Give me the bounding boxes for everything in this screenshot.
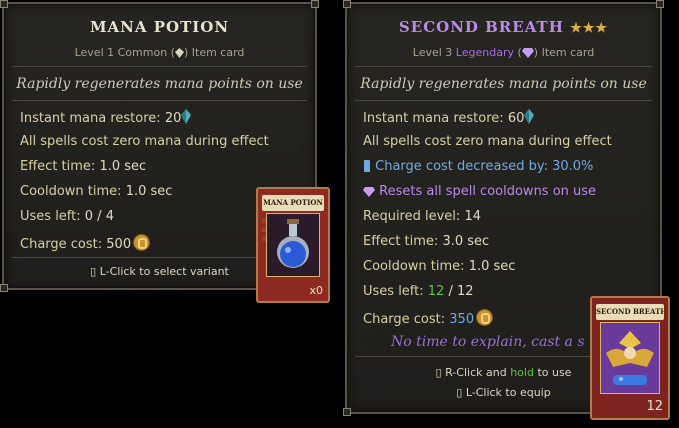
card-type: Item card xyxy=(541,46,595,59)
stat-effect-time: Effect time: 1.0 sec xyxy=(20,159,146,174)
stat-value: 1.0 sec xyxy=(468,259,516,274)
stat-value-current: 12 xyxy=(427,284,445,299)
stat-value: 60 xyxy=(507,111,525,126)
card-level: Level 1 xyxy=(74,46,115,59)
card-title-row: SECOND BREATH ★★★ xyxy=(347,18,660,36)
stat-label: Instant mana restore: xyxy=(20,111,161,126)
stat-cooldown: Cooldown time: 1.0 sec xyxy=(363,259,515,274)
stat-label: Cooldown time: xyxy=(20,184,122,199)
stat-value: 20 xyxy=(164,111,182,126)
stat-label: Uses left: xyxy=(363,284,424,299)
stat-cooldown: Cooldown time: 1.0 sec xyxy=(20,184,172,199)
stat-label: Uses left: xyxy=(20,209,81,224)
card-subtitle: Level 3 Legendary () Item card xyxy=(347,46,660,59)
stat-zero-mana: All spells cost zero mana during effect xyxy=(20,134,269,149)
frame-corner xyxy=(0,0,8,8)
legendary-gem-icon xyxy=(363,187,375,197)
mouse-icon: ▯ xyxy=(90,265,97,278)
hint-hold: hold xyxy=(510,366,534,379)
stat-label: Required level: xyxy=(363,209,461,224)
gold-coin-icon xyxy=(476,309,494,326)
stat-value: 0 / 4 xyxy=(84,209,114,224)
divider xyxy=(355,100,652,101)
card-subtitle: Level 1 Common () Item card xyxy=(4,46,315,59)
stat-value: 3.0 sec xyxy=(442,234,490,249)
hint-text: to use xyxy=(537,366,572,379)
card-description: Rapidly regenerates mana points on use xyxy=(360,76,647,92)
stat-label: Effect time: xyxy=(363,234,439,249)
mouse-icon: ▯ xyxy=(435,366,442,379)
card-level: Level 3 xyxy=(412,46,453,59)
frame-corner xyxy=(343,0,351,8)
card-description: Rapidly regenerates mana points on use xyxy=(16,76,303,92)
card-count: 12 xyxy=(646,399,663,414)
card-banner: SECOND BREATH xyxy=(596,304,664,320)
card-banner: MANA POTION xyxy=(262,195,324,211)
divider xyxy=(355,66,652,67)
stat-reset-cooldowns: Resets all spell cooldowns on use xyxy=(363,184,596,199)
stat-value: 1.0 sec xyxy=(99,159,147,174)
gold-coin-icon xyxy=(133,234,151,251)
stat-label: Charge cost: xyxy=(20,237,103,252)
card-rarity: Legendary xyxy=(455,46,514,59)
stat-instant-mana: Instant mana restore: 20 xyxy=(20,109,192,126)
hint-text: L-Click to equip xyxy=(465,386,551,399)
hint-text: L-Click to select variant xyxy=(99,265,229,278)
hint-text: R-Click and xyxy=(445,366,507,379)
frame-corner xyxy=(656,0,664,8)
star-rating: ★★★ xyxy=(570,21,609,36)
mana-potion-card-thumbnail[interactable]: MANA POTION ☆ ☆ ☆ x0 xyxy=(256,187,330,303)
divider xyxy=(12,66,307,67)
potion-flask-icon xyxy=(266,213,320,277)
card-rarity: Common xyxy=(117,46,168,59)
stat-charge-cost: Charge cost: 350 xyxy=(363,309,494,327)
stat-value-max: / 12 xyxy=(448,284,474,299)
flavor-text: No time to explain, cast a s xyxy=(391,334,585,350)
stat-instant-mana: Instant mana restore: 60 xyxy=(363,109,535,126)
mouse-icon: ▯ xyxy=(456,386,463,399)
stat-value: 14 xyxy=(464,209,481,224)
stat-label: Instant mana restore: xyxy=(363,111,504,126)
rarity-gem-icon: () xyxy=(517,46,539,59)
stat-label: Effect time: xyxy=(20,159,96,174)
stat-label: Charge cost: xyxy=(363,312,446,327)
mana-crystal-icon xyxy=(524,109,535,124)
stat-charge-cost: Charge cost: 500 xyxy=(20,234,151,252)
stat-charge-discount: Charge cost decreased by: 30.0% xyxy=(363,159,593,174)
stat-value: 350 xyxy=(449,312,475,327)
divider xyxy=(12,100,307,101)
mana-crystal-icon xyxy=(181,109,192,124)
stat-label: Charge cost decreased by: 30.0% xyxy=(375,159,594,174)
stat-uses-left: Uses left: 0 / 4 xyxy=(20,209,114,224)
stat-zero-mana: All spells cost zero mana during effect xyxy=(363,134,612,149)
frame-corner xyxy=(343,408,351,416)
stat-value: 1.0 sec xyxy=(125,184,173,199)
card-count: x0 xyxy=(309,284,323,297)
winged-hero-icon xyxy=(600,322,660,394)
second-breath-card-thumbnail[interactable]: SECOND BREATH 12 xyxy=(590,296,670,420)
stat-label: Resets all spell cooldowns on use xyxy=(379,184,597,199)
card-title: SECOND BREATH xyxy=(398,18,564,36)
stat-label: Cooldown time: xyxy=(363,259,465,274)
card-type: Item card xyxy=(191,46,245,59)
stat-effect-time: Effect time: 3.0 sec xyxy=(363,234,489,249)
charge-discount-icon xyxy=(364,160,370,172)
stat-required-level: Required level: 14 xyxy=(363,209,481,224)
stat-value: 500 xyxy=(106,237,132,252)
card-title: MANA POTION xyxy=(89,18,230,36)
frame-corner xyxy=(311,0,319,8)
stat-uses-left: Uses left: 12 / 12 xyxy=(363,284,474,299)
rarity-gem-icon: () xyxy=(170,46,189,59)
frame-corner xyxy=(0,284,8,292)
